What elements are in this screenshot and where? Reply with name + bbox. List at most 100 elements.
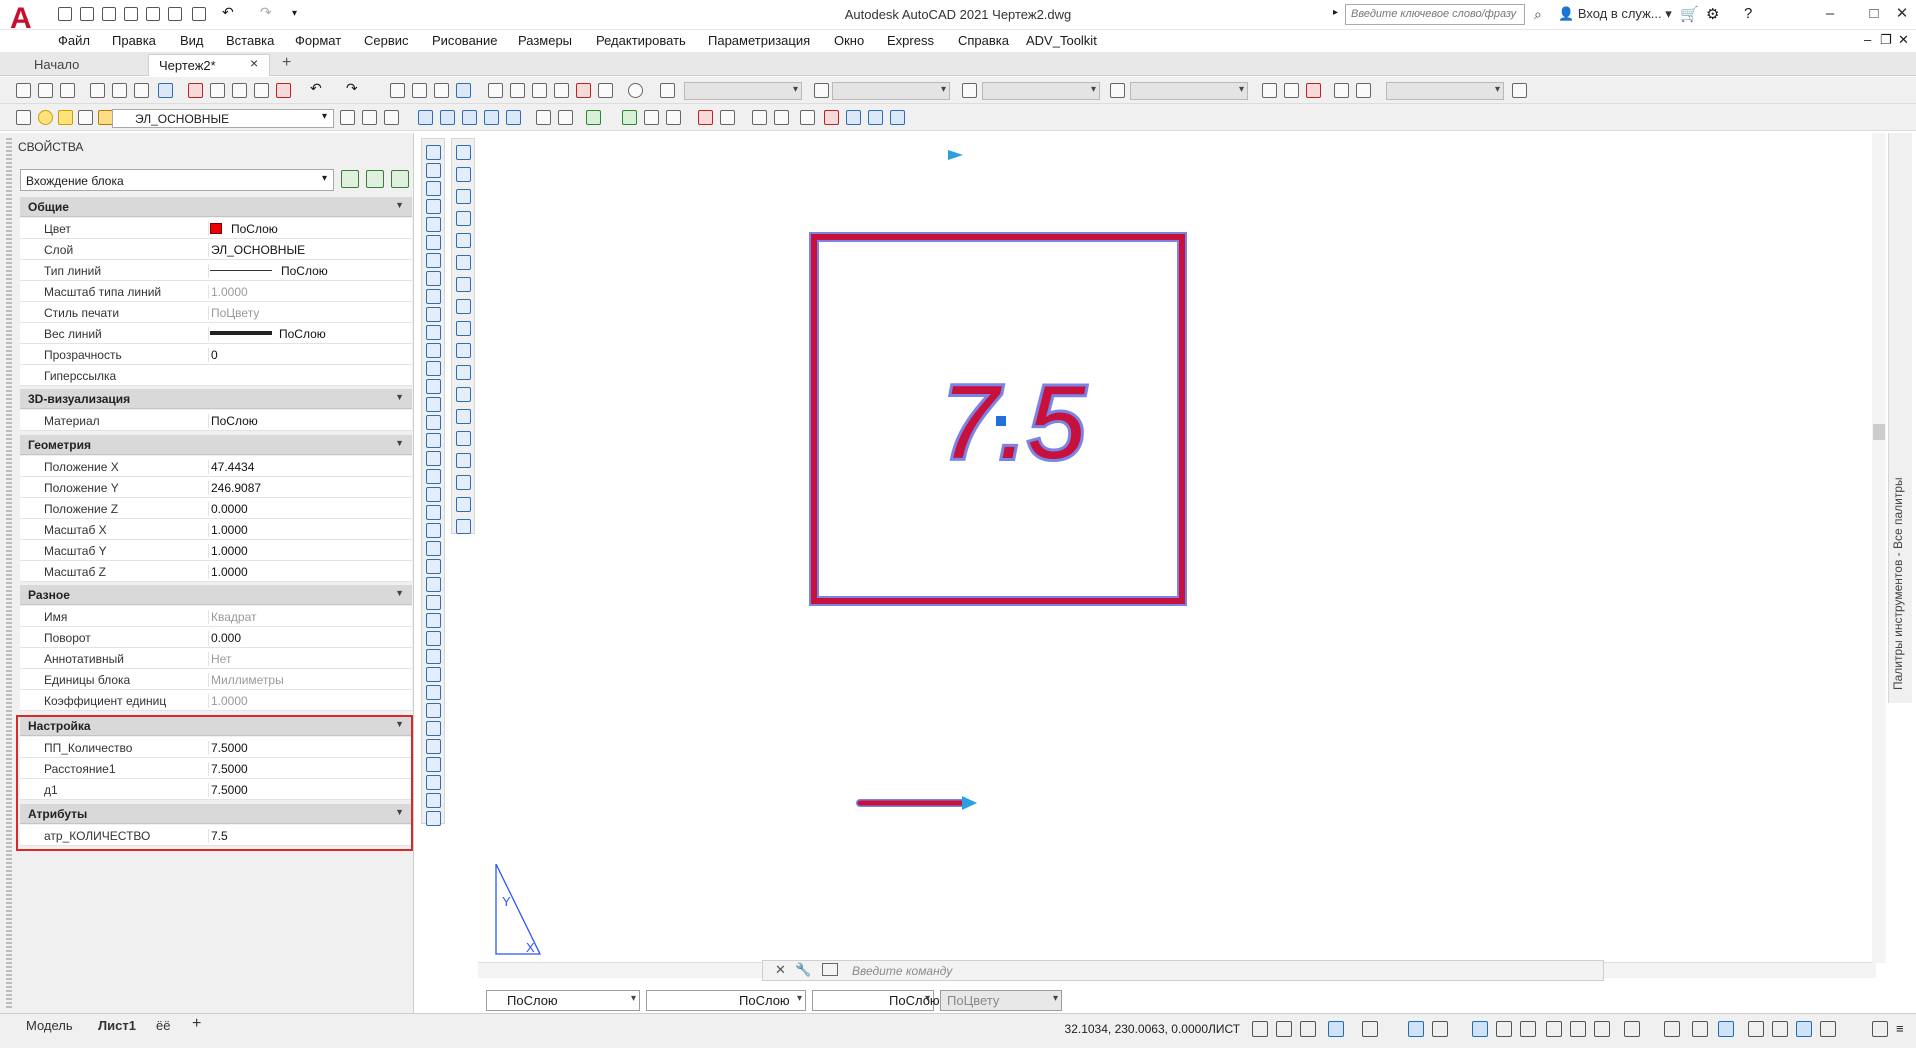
tool-palettes-label[interactable]: Палитры инструментов - Все палитры [1891, 130, 1905, 690]
property-value[interactable]: Нет [208, 652, 408, 666]
property-value[interactable]: ПоСлою [208, 222, 408, 236]
property-row-block-units[interactable]: Единицы блока Миллиметры [20, 669, 412, 690]
property-value[interactable]: 1.0000 [208, 285, 408, 299]
tab-layout-yo[interactable]: ёё [156, 1018, 170, 1033]
add-layout-button[interactable]: + [192, 1015, 201, 1033]
chevron-down-icon[interactable]: ▾ [322, 173, 327, 184]
draw-tool-icon[interactable] [426, 397, 441, 412]
property-row-linetype[interactable]: Тип линий ПоСлою [20, 260, 412, 281]
draw-tool-icon[interactable] [426, 469, 441, 484]
draw-tool-icon[interactable] [426, 559, 441, 574]
wrench-icon[interactable]: 🔧 [795, 962, 811, 978]
menu-draw[interactable]: Рисование [432, 33, 497, 48]
property-row-layer[interactable]: Слой ЭЛ_ОСНОВНЫЕ [20, 239, 412, 260]
collapse-icon[interactable]: ▼ [395, 200, 404, 210]
tab-sheet1[interactable]: Лист1 [98, 1018, 136, 1033]
close-window-button[interactable]: ✕ [1888, 3, 1916, 25]
quick-properties-icon[interactable] [1718, 1021, 1734, 1037]
copy-icon[interactable] [210, 83, 225, 98]
misc-style-select[interactable] [1386, 82, 1504, 100]
audit-icon[interactable] [868, 110, 883, 125]
align-leaders-icon[interactable] [1334, 83, 1349, 98]
zoom-realtime-icon[interactable] [412, 83, 427, 98]
menu-express[interactable]: Express [887, 33, 934, 48]
draw-tool-icon[interactable] [426, 523, 441, 538]
cart-icon[interactable]: 🛒 [1680, 5, 1699, 23]
draw-tool-icon[interactable] [426, 163, 441, 178]
command-prompt-icon[interactable] [822, 963, 838, 976]
modify-tool-icon[interactable] [456, 497, 471, 512]
object-type-select[interactable]: Вхождение блока [20, 169, 334, 191]
menu-help[interactable]: Справка [958, 33, 1009, 48]
flip-grip-icon[interactable] [948, 150, 963, 160]
table-style-select[interactable] [982, 82, 1100, 100]
paste-icon[interactable] [232, 83, 247, 98]
layer-walk-icon[interactable] [622, 110, 637, 125]
autoscale-icon[interactable] [1594, 1021, 1610, 1037]
draw-tool-icon[interactable] [426, 613, 441, 628]
grid-icon[interactable] [1252, 1021, 1268, 1037]
layer-select[interactable]: ЭЛ_ОСНОВНЫЕ [112, 109, 334, 128]
transparency-icon[interactable] [1496, 1021, 1512, 1037]
menu-dimension[interactable]: Размеры [518, 33, 572, 48]
modify-tool-icon[interactable] [456, 211, 471, 226]
isolate-objects-icon[interactable] [1772, 1021, 1788, 1037]
draw-tool-icon[interactable] [426, 775, 441, 790]
block-editor-icon[interactable] [276, 83, 291, 98]
menu-format[interactable]: Формат [295, 33, 341, 48]
modify-tool-icon[interactable] [456, 167, 471, 182]
chevron-down-icon[interactable]: ▾ [322, 111, 327, 122]
polar-tracking-icon[interactable] [1328, 1021, 1344, 1037]
palette-grip[interactable] [6, 138, 12, 1008]
mleader-icon[interactable] [1262, 83, 1277, 98]
z-zero-icon[interactable] [800, 110, 815, 125]
modify-tool-icon[interactable] [456, 387, 471, 402]
tab-model[interactable]: Модель [26, 1018, 73, 1033]
lock-ui-icon[interactable] [1748, 1021, 1764, 1037]
property-value[interactable]: Миллиметры [208, 673, 408, 687]
clean-screen-icon[interactable] [1820, 1021, 1836, 1037]
dim-ordinate-icon[interactable] [506, 110, 521, 125]
property-row-position-z[interactable]: Положение Z 0.0000 [20, 498, 412, 519]
help-icon[interactable]: ? [1744, 5, 1752, 22]
table-style-icon[interactable] [962, 83, 977, 98]
selection-cycling-icon[interactable] [1520, 1021, 1536, 1037]
object-snap-tracking-icon[interactable] [1408, 1021, 1424, 1037]
chevron-down-icon[interactable]: ▾ [925, 993, 930, 1004]
chevron-down-icon[interactable]: ▾ [631, 993, 636, 1004]
maximize-button[interactable]: □ [1860, 3, 1888, 25]
modify-tool-icon[interactable] [456, 409, 471, 424]
open-icon[interactable] [38, 83, 53, 98]
property-row-annotative[interactable]: Аннотативный Нет [20, 648, 412, 669]
property-row-unit-factor[interactable]: Коэффициент единиц 1.0000 [20, 690, 412, 711]
draw-tool-icon[interactable] [426, 703, 441, 718]
layer-iso-icon[interactable] [666, 110, 681, 125]
match-properties-icon[interactable] [254, 83, 269, 98]
plotstyle-select[interactable]: ПоЦвету ▾ [940, 990, 1062, 1011]
color-select[interactable]: ПоСлою ▾ [486, 990, 640, 1011]
property-value[interactable]: 0.0000 [208, 502, 408, 516]
property-row-plot-style[interactable]: Стиль печати ПоЦвету [20, 302, 412, 323]
modify-tool-icon[interactable] [456, 299, 471, 314]
category-geometry[interactable]: Геометрия ▼ [20, 435, 412, 455]
insert-block-icon[interactable] [586, 110, 601, 125]
draw-tool-icon[interactable] [426, 235, 441, 250]
annotation-scale-icon[interactable] [1546, 1021, 1562, 1037]
property-value[interactable]: 47.4434 [208, 460, 408, 474]
draw-tool-icon[interactable] [426, 217, 441, 232]
pan-icon[interactable] [390, 83, 405, 98]
collapse-icon[interactable]: ▼ [395, 392, 404, 402]
fullscreen-icon[interactable] [1872, 1021, 1888, 1037]
tab-start[interactable]: Начало [24, 54, 144, 76]
snap-icon[interactable] [1276, 1021, 1292, 1037]
property-value[interactable]: 0.000 [208, 631, 408, 645]
property-row-hyperlink[interactable]: Гиперссылка [20, 365, 412, 386]
table-icon[interactable] [698, 110, 713, 125]
search-input[interactable]: Введите ключевое слово/фразу [1345, 4, 1525, 25]
modify-tool-icon[interactable] [456, 277, 471, 292]
scrollbar-thumb[interactable] [1873, 424, 1885, 440]
help-icon[interactable] [628, 83, 643, 98]
text-case-icon[interactable] [774, 110, 789, 125]
cut-icon[interactable] [188, 83, 203, 98]
property-row-color[interactable]: Цвет ПоСлою [20, 218, 412, 239]
